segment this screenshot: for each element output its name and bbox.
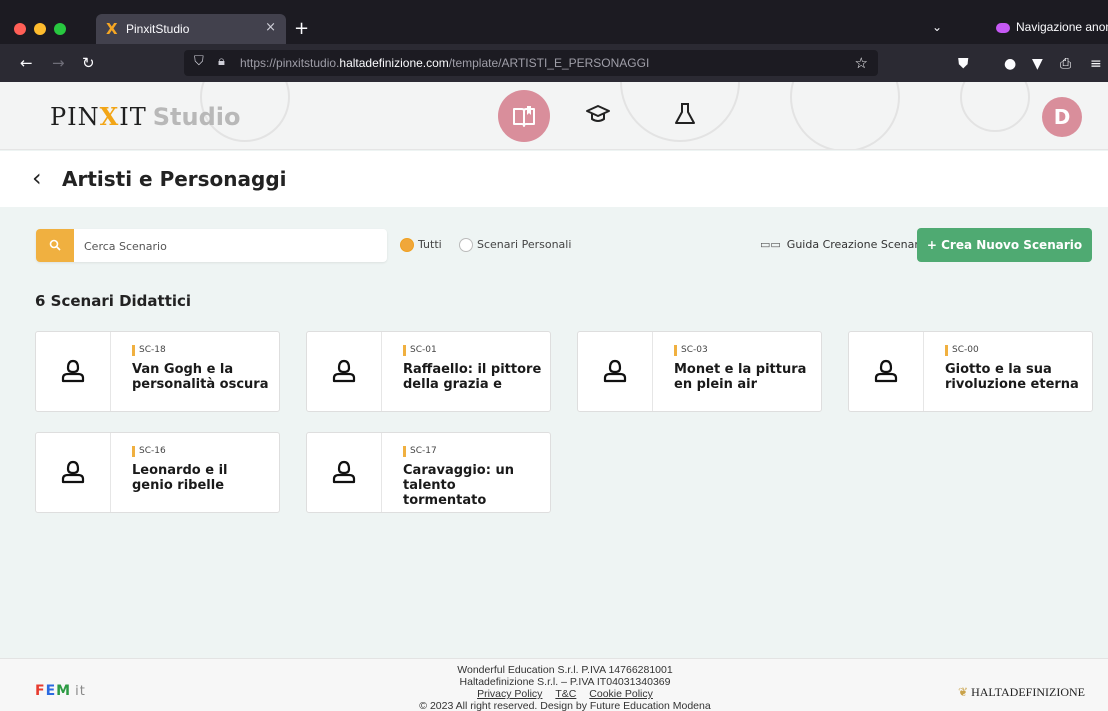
scenario-card[interactable]: SC-03 Monet e la pittura en plein air xyxy=(577,331,822,412)
privacy-policy-link[interactable]: Privacy Policy xyxy=(477,688,542,700)
shield-icon[interactable]: ⛉ xyxy=(194,54,204,69)
scenario-code: SC-18 xyxy=(132,345,166,356)
search-input[interactable] xyxy=(84,236,374,256)
browser-tab[interactable]: X PinxitStudio × xyxy=(96,14,286,44)
reload-icon[interactable]: ↻ xyxy=(82,54,95,72)
search-box xyxy=(36,229,387,262)
cookie-policy-link[interactable]: Cookie Policy xyxy=(589,688,653,700)
share-icon[interactable]: ⎙ xyxy=(1060,56,1071,72)
scenario-title: Monet e la pittura en plein air xyxy=(674,362,807,392)
nav-book-button[interactable] xyxy=(498,90,550,142)
extension-v-icon[interactable]: ▼ xyxy=(1032,56,1043,72)
guide-link[interactable]: ▭▭ Guida Creazione Scenari xyxy=(760,238,922,251)
scenario-card[interactable]: SC-00 Giotto e la sua rivoluzione eterna xyxy=(848,331,1093,412)
back-chevron-icon[interactable]: ‹ xyxy=(32,164,42,192)
radio-personal-dot[interactable] xyxy=(459,238,473,252)
tc-link[interactable]: T&C xyxy=(555,688,576,700)
scenario-title: Caravaggio: un talento tormentato xyxy=(403,463,514,508)
footer-line-halta: Haltadefinizione S.r.l. – P.IVA IT040313… xyxy=(459,676,671,688)
extension-g-icon[interactable]: ● xyxy=(1004,56,1016,72)
scenario-code: SC-01 xyxy=(403,345,437,356)
app-header: PINXIT Studio D xyxy=(0,82,1108,150)
decorative-circle xyxy=(790,82,900,149)
page-title-bar: ‹ Artisti e Personaggi xyxy=(0,151,1108,207)
radio-all-dot[interactable] xyxy=(400,238,414,252)
scenario-title: Giotto e la sua rivoluzione eterna xyxy=(945,362,1079,392)
radio-personal[interactable]: Scenari Personali xyxy=(459,238,571,252)
card-icon-panel xyxy=(578,332,653,411)
tab-list-chevron-icon[interactable]: ⌄ xyxy=(932,20,942,34)
scenario-code: SC-00 xyxy=(945,345,979,356)
scenario-count: 6 Scenari Didattici xyxy=(35,292,192,310)
browser-nav-bar: ← → ↻ ⛉ 🔒︎ https://pinxitstudio.haltadef… xyxy=(0,44,1108,82)
card-icon-panel xyxy=(849,332,924,411)
new-tab-button[interactable]: + xyxy=(294,18,309,39)
person-icon xyxy=(874,359,898,383)
card-icon-panel xyxy=(36,433,111,512)
book-icon: ▭▭ xyxy=(760,238,781,251)
haltadefinizione-logo[interactable]: ❦ HALTADEFINIZIONE xyxy=(958,685,1085,700)
person-icon xyxy=(61,359,85,383)
private-mask-icon xyxy=(996,22,1010,33)
open-book-icon xyxy=(513,106,535,127)
scenario-code: SC-03 xyxy=(674,345,708,356)
user-avatar[interactable]: D xyxy=(1042,97,1082,137)
fem-logo: FEM it xyxy=(35,683,86,699)
window-zoom-button[interactable] xyxy=(54,23,66,35)
radio-all[interactable]: Tutti xyxy=(400,238,442,252)
scenario-card[interactable]: SC-01 Raffaello: il pittore della grazia … xyxy=(306,331,551,412)
page-title: Artisti e Personaggi xyxy=(62,167,287,191)
window-close-button[interactable] xyxy=(14,23,26,35)
footer-links: Privacy Policy T&C Cookie Policy xyxy=(300,688,830,700)
page: PINXIT Studio D ‹ Artisti e Personaggi C… xyxy=(0,82,1108,711)
person-icon xyxy=(61,460,85,484)
pinxit-studio-logo[interactable]: PINXIT Studio xyxy=(50,102,241,131)
scenario-code: SC-17 xyxy=(403,446,437,457)
leaf-icon: ❦ xyxy=(958,685,969,699)
create-scenario-button[interactable]: + Crea Nuovo Scenario xyxy=(917,228,1092,262)
private-label: Navigazione anonima xyxy=(1016,20,1108,34)
url-text[interactable]: https://pinxitstudio.haltadefinizione.co… xyxy=(240,56,649,70)
person-icon xyxy=(332,359,356,383)
scenario-card[interactable]: SC-17 Caravaggio: un talento tormentato xyxy=(306,432,551,513)
tab-close-icon[interactable]: × xyxy=(265,20,276,35)
lock-icon[interactable]: 🔒︎ xyxy=(218,54,225,69)
scenario-card[interactable]: SC-16 Leonardo e il genio ribelle xyxy=(35,432,280,513)
card-icon-panel xyxy=(307,433,382,512)
card-icon-panel xyxy=(307,332,382,411)
footer-line-company: Wonderful Education S.r.l. P.IVA 1476628… xyxy=(457,664,673,676)
scenario-title: Leonardo e il genio ribelle xyxy=(132,463,228,493)
back-arrow-icon[interactable]: ← xyxy=(20,54,33,72)
pinxit-favicon-icon: X xyxy=(106,20,118,38)
footer: FEM it Wonderful Education S.r.l. P.IVA 1… xyxy=(0,658,1108,711)
footer-text: Wonderful Education S.r.l. P.IVA 1476628… xyxy=(300,664,830,711)
pocket-icon[interactable]: ⛊ xyxy=(958,56,969,72)
forward-arrow-icon[interactable]: → xyxy=(52,54,65,72)
menu-icon[interactable]: ≡ xyxy=(1090,56,1102,72)
card-icon-panel xyxy=(36,332,111,411)
graduation-cap-icon[interactable] xyxy=(585,102,611,126)
search-button[interactable] xyxy=(36,229,74,262)
window-minimize-button[interactable] xyxy=(34,23,46,35)
scenario-card[interactable]: SC-18 Van Gogh e la personalità oscura xyxy=(35,331,280,412)
bookmark-star-icon[interactable]: ☆ xyxy=(855,54,868,72)
flask-icon[interactable] xyxy=(674,102,696,126)
footer-copyright: © 2023 All right reserved. Design by Fut… xyxy=(419,700,711,711)
search-icon xyxy=(49,239,61,251)
private-browsing-indicator: Navigazione anonima xyxy=(996,20,1108,34)
scenario-title: Raffaello: il pittore della grazia e xyxy=(403,362,542,392)
tab-title: PinxitStudio xyxy=(126,22,190,36)
decorative-circle xyxy=(960,82,1030,132)
person-icon xyxy=(603,359,627,383)
scenario-title: Van Gogh e la personalità oscura xyxy=(132,362,269,392)
browser-tab-bar: X PinxitStudio × + ⌄ Navigazione anonima xyxy=(0,0,1108,44)
person-icon xyxy=(332,460,356,484)
url-bar[interactable]: ⛉ 🔒︎ https://pinxitstudio.haltadefinizio… xyxy=(184,50,878,76)
scenario-code: SC-16 xyxy=(132,446,166,457)
